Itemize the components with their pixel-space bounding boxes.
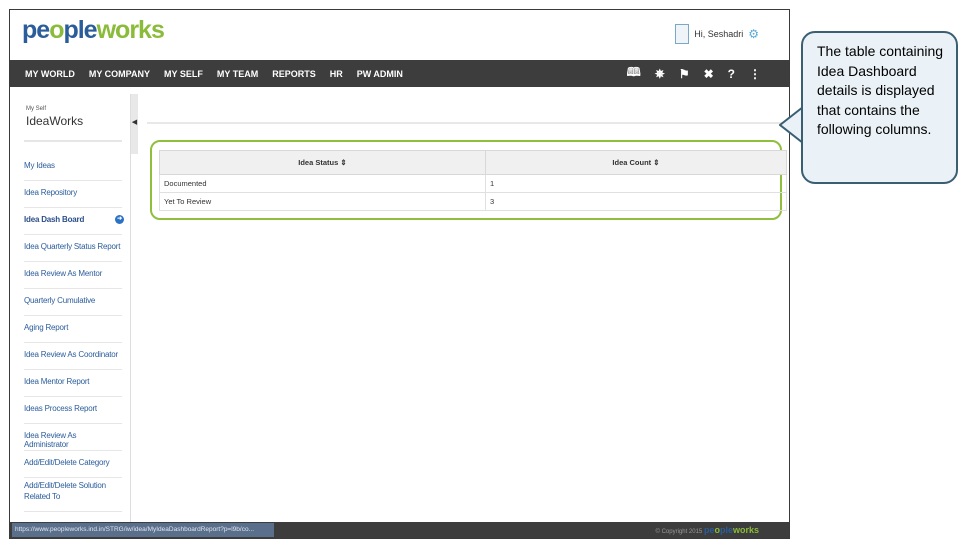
help-icon[interactable]: ?: [728, 67, 735, 81]
sidebar-item-label: Idea Quarterly Status Report: [24, 242, 121, 251]
table-cell: 1: [484, 174, 788, 193]
sidebar-item-label: Aging Report: [24, 323, 69, 332]
flag-icon[interactable]: ⚑: [679, 67, 690, 81]
nav-item-reports[interactable]: REPORTS: [265, 69, 323, 79]
gear-icon[interactable]: ⚙: [748, 27, 759, 41]
table-row: Yet To Review 3: [159, 192, 788, 211]
sidebar-item-idea-review-as-coordinator[interactable]: Idea Review As Coordinator: [24, 343, 122, 370]
nav-item-my-world[interactable]: MY WORLD: [10, 69, 82, 79]
arrow-right-icon: ➜: [115, 215, 124, 224]
sort-icon[interactable]: ⇕: [653, 158, 659, 167]
sitemap-icon[interactable]: ⋮: [749, 67, 761, 81]
sidebar-title: IdeaWorks: [26, 114, 84, 128]
user-greeting: Hi, Seshadri: [694, 29, 744, 39]
table-cell: 3: [484, 192, 788, 211]
sidebar-item-label: Idea Review As Administrator: [24, 431, 77, 449]
sidebar-collapse-button[interactable]: ◀: [131, 94, 138, 154]
divider: [24, 140, 122, 142]
nav-item-my-self[interactable]: MY SELF: [157, 69, 210, 79]
table-cell: Documented: [159, 174, 486, 193]
table-row: Documented 1: [159, 174, 788, 193]
sidebar-item-ideas-process-report[interactable]: Ideas Process Report: [24, 397, 122, 424]
status-url: https://www.peopleworks.ind.in/STRG/iw/i…: [12, 523, 274, 537]
sidebar-item-add-edit-delete-solution-related-to[interactable]: Add/Edit/Delete Solution Related To: [24, 478, 122, 512]
sidebar-item-label: Add/Edit/Delete Category: [24, 458, 110, 467]
sidebar-item-my-ideas[interactable]: My Ideas: [24, 154, 122, 181]
bulb-icon[interactable]: ✵: [655, 67, 665, 81]
sidebar-item-label: Quarterly Cumulative: [24, 296, 96, 305]
book-icon[interactable]: 🕮: [627, 63, 641, 84]
sidebar-item-label: Idea Repository: [24, 188, 78, 197]
sidebar: My Self IdeaWorks My Ideas Idea Repositor…: [10, 94, 131, 524]
table-highlight: Idea Status ⇕ Idea Count ⇕ Documented 1 …: [150, 140, 788, 220]
user-menu[interactable]: Hi, Seshadri ⚙: [675, 24, 759, 44]
sidebar-item-label: Ideas Process Report: [24, 404, 97, 413]
sidebar-item-idea-repository[interactable]: Idea Repository: [24, 181, 122, 208]
sidebar-item-label: Idea Mentor Report: [24, 377, 90, 386]
sidebar-menu: My Ideas Idea Repository Idea Dash Board ➜ I…: [10, 154, 130, 512]
sidebar-item-idea-review-as-mentor[interactable]: Idea Review As Mentor: [24, 262, 122, 289]
sidebar-item-label: Idea Review As Mentor: [24, 269, 103, 278]
sidebar-item-idea-mentor-report[interactable]: Idea Mentor Report: [24, 370, 122, 397]
nav-item-pw-admin[interactable]: PW ADMIN: [350, 69, 410, 79]
footer-copyright: © Copyright 2015 peopleworks: [655, 525, 759, 535]
sidebar-item-aging-report[interactable]: Aging Report: [24, 316, 122, 343]
top-nav: MY WORLD MY COMPANY MY SELF MY TEAM REPORTS H…: [10, 60, 789, 87]
sidebar-item-idea-dash-board[interactable]: Idea Dash Board ➜: [24, 208, 124, 235]
browser-frame: peopleworks Hi, Seshadri ⚙ MY WORLD MY CO…: [9, 9, 790, 539]
table-cell: Yet To Review: [159, 192, 486, 211]
sort-icon[interactable]: ⇕: [340, 158, 346, 167]
sidebar-item-add-edit-delete-category[interactable]: Add/Edit/Delete Category: [24, 451, 122, 478]
sidebar-item-label: My Ideas: [24, 161, 55, 170]
column-header-idea-status[interactable]: Idea Status ⇕: [159, 150, 486, 175]
content-divider: [147, 122, 789, 124]
status-bar: https://www.peopleworks.ind.in/STRG/iw/i…: [10, 522, 789, 538]
sidebar-item-idea-quarterly-status-report[interactable]: Idea Quarterly Status Report: [24, 235, 122, 262]
app-header: peopleworks Hi, Seshadri ⚙: [10, 10, 789, 60]
sidebar-item-label: Idea Review As Coordinator: [24, 350, 118, 359]
callout-annotation: The table containing Idea Dashboard deta…: [801, 31, 958, 184]
nav-item-my-team[interactable]: MY TEAM: [210, 69, 265, 79]
sidebar-subtitle: My Self: [26, 106, 47, 112]
sidebar-item-quarterly-cumulative[interactable]: Quarterly Cumulative: [24, 289, 122, 316]
nav-item-my-company[interactable]: MY COMPANY: [82, 69, 157, 79]
sidebar-item-label: Idea Dash Board: [24, 215, 85, 224]
avatar[interactable]: [675, 24, 690, 44]
idea-dashboard-table: Idea Status ⇕ Idea Count ⇕ Documented 1 …: [159, 150, 788, 211]
peopleworks-logo[interactable]: peopleworks: [22, 16, 165, 45]
tools-icon[interactable]: ✖: [704, 67, 714, 81]
sidebar-item-idea-review-as-administrator[interactable]: Idea Review As Administrator: [24, 424, 122, 451]
nav-item-hr[interactable]: HR: [323, 69, 350, 79]
footer-logo: peopleworks: [703, 525, 759, 535]
column-header-idea-count[interactable]: Idea Count ⇕: [484, 150, 788, 175]
sidebar-item-label: Add/Edit/Delete Solution Related To: [24, 481, 106, 501]
nav-icon-group: 🕮 ✵ ⚑ ✖? ⋮: [627, 60, 761, 87]
